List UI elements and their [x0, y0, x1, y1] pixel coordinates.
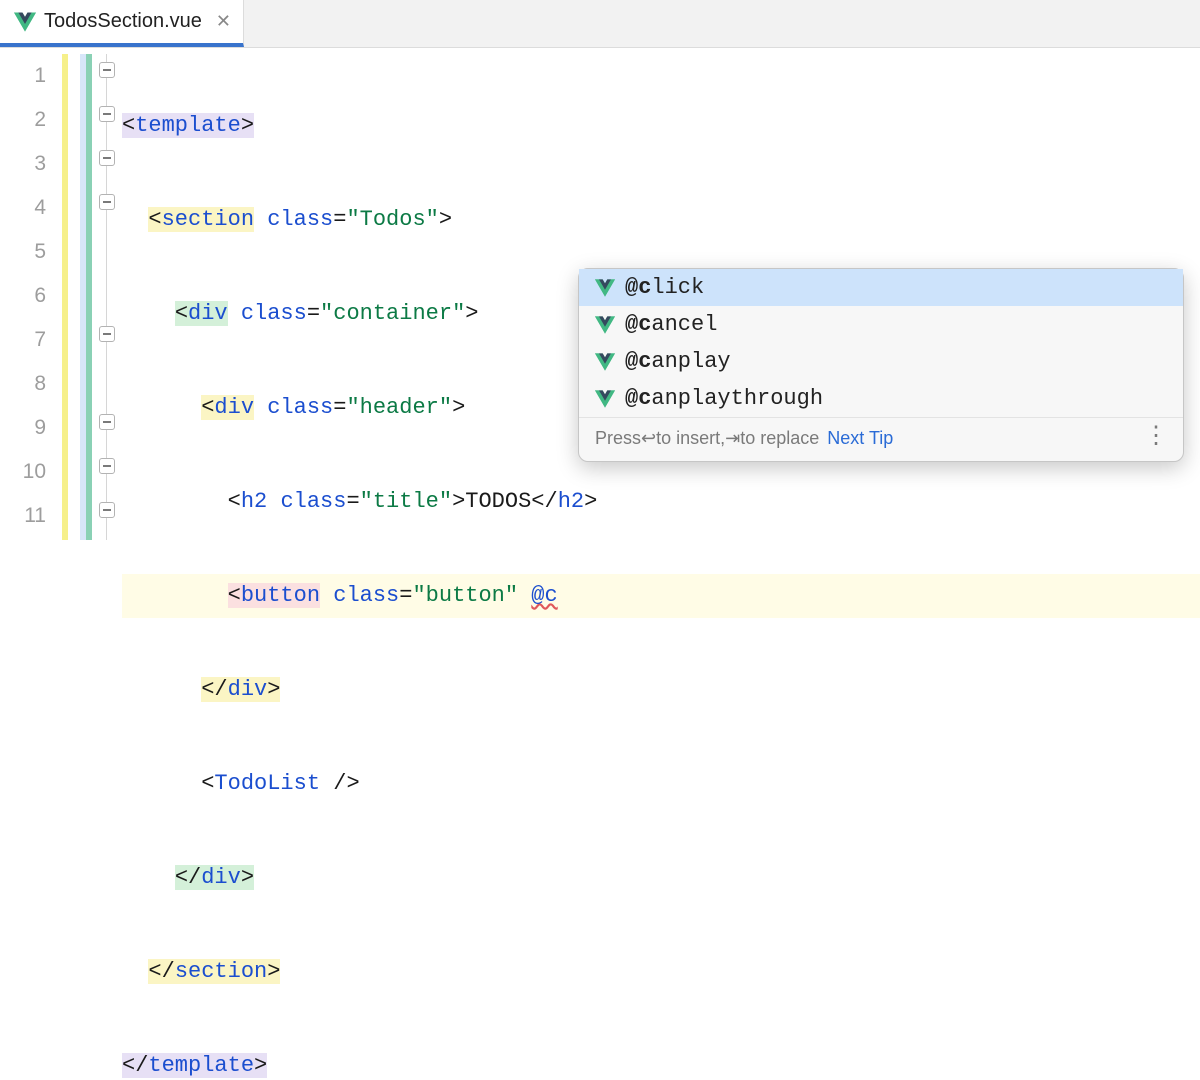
close-icon[interactable]: ✕ — [216, 11, 231, 32]
hint-text: to replace — [740, 428, 819, 449]
fold-handle[interactable] — [99, 326, 115, 342]
change-stripes — [62, 48, 96, 540]
completion-item[interactable]: @canplay — [579, 343, 1183, 380]
code-line: <template> — [122, 104, 1200, 148]
fold-handle[interactable] — [99, 194, 115, 210]
line-number: 5 — [0, 230, 62, 274]
completion-item[interactable]: @click — [579, 269, 1183, 306]
vue-icon — [595, 352, 615, 372]
code-line: </div> — [122, 668, 1200, 712]
code-line: <TodoList /> — [122, 762, 1200, 806]
code-line: <h2 class="title">TODOS</h2> — [122, 480, 1200, 524]
line-number: 7 — [0, 318, 62, 362]
line-number: 3 — [0, 142, 62, 186]
completion-item[interactable]: @canplaythrough — [579, 380, 1183, 417]
hint-text: to insert, — [656, 428, 725, 449]
fold-handle[interactable] — [99, 458, 115, 474]
vue-icon — [595, 278, 615, 298]
vue-icon — [595, 389, 615, 409]
fold-handle[interactable] — [99, 150, 115, 166]
completion-footer: Press ↩ to insert, ⇥ to replace Next Tip… — [579, 417, 1183, 461]
line-number: 8 — [0, 362, 62, 406]
hint-text: Press — [595, 428, 641, 449]
line-number: 6 — [0, 274, 62, 318]
line-number: 1 — [0, 54, 62, 98]
fold-column — [96, 48, 122, 540]
more-icon[interactable]: ⋮ — [1144, 436, 1169, 442]
partial-attr: @c — [531, 583, 557, 608]
vue-icon — [595, 315, 615, 335]
next-tip-link[interactable]: Next Tip — [827, 428, 893, 449]
tab-bar: TodosSection.vue ✕ — [0, 0, 1200, 48]
line-number: 10 — [0, 450, 62, 494]
tab-key-icon: ⇥ — [725, 428, 740, 449]
fold-handle[interactable] — [99, 502, 115, 518]
fold-handle[interactable] — [99, 106, 115, 122]
fold-handle[interactable] — [99, 62, 115, 78]
line-number: 11 — [0, 494, 62, 538]
line-number: 9 — [0, 406, 62, 450]
fold-handle[interactable] — [99, 414, 115, 430]
line-number: 4 — [0, 186, 62, 230]
completion-popup: @click @cancel @canplay @canplaythrough … — [578, 268, 1184, 462]
code-line: </section> — [122, 950, 1200, 994]
tab-filename: TodosSection.vue — [44, 10, 202, 33]
code-line: </template> — [122, 1044, 1200, 1080]
code-line-active: <button class="button" @c — [122, 574, 1200, 618]
code-line: </div> — [122, 856, 1200, 900]
line-number: 2 — [0, 98, 62, 142]
enter-key-icon: ↩ — [641, 428, 656, 449]
vue-icon — [14, 11, 36, 33]
completion-item[interactable]: @cancel — [579, 306, 1183, 343]
file-tab[interactable]: TodosSection.vue ✕ — [0, 0, 244, 47]
code-line: <section class="Todos"> — [122, 198, 1200, 242]
line-gutter: 1 2 3 4 5 6 7 8 9 10 11 — [0, 48, 62, 540]
